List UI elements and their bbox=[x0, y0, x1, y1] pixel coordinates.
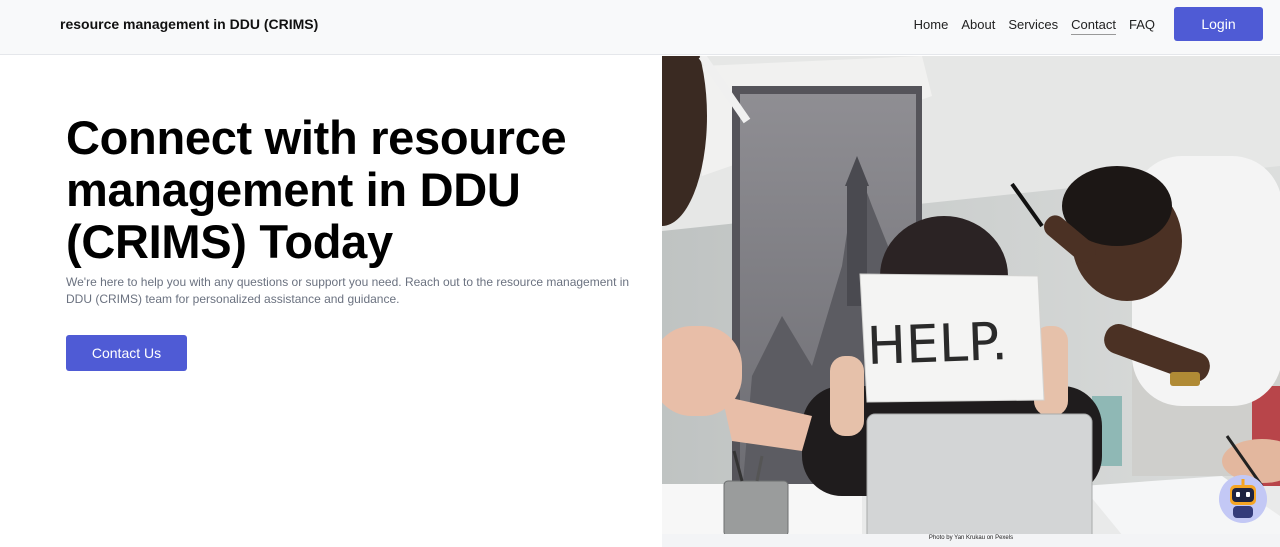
photo-credit: Photo by Yan Krukau on Pexels bbox=[662, 534, 1280, 547]
hero-photo: HELP. bbox=[662, 56, 1280, 547]
contact-us-button[interactable]: Contact Us bbox=[66, 335, 187, 371]
nav-services[interactable]: Services bbox=[1008, 17, 1058, 35]
chat-bot-button[interactable] bbox=[1219, 475, 1267, 523]
nav-links: Home About Services Contact FAQ bbox=[914, 17, 1155, 35]
brand-title[interactable]: resource management in DDU (CRIMS) bbox=[60, 16, 318, 32]
hero-title: Connect with resource management in DDU … bbox=[66, 111, 567, 268]
nav-faq[interactable]: FAQ bbox=[1129, 17, 1155, 35]
robot-icon bbox=[1219, 475, 1267, 523]
help-sign-text: HELP. bbox=[866, 312, 1009, 377]
nav-home[interactable]: Home bbox=[914, 17, 949, 35]
office-help-illustration: HELP. bbox=[662, 56, 1280, 547]
nav-about[interactable]: About bbox=[961, 17, 995, 35]
nav-contact[interactable]: Contact bbox=[1071, 17, 1116, 35]
navbar: resource management in DDU (CRIMS) Home … bbox=[0, 0, 1280, 55]
login-button[interactable]: Login bbox=[1174, 7, 1263, 41]
hero-subtitle: We're here to help you with any question… bbox=[66, 275, 630, 306]
